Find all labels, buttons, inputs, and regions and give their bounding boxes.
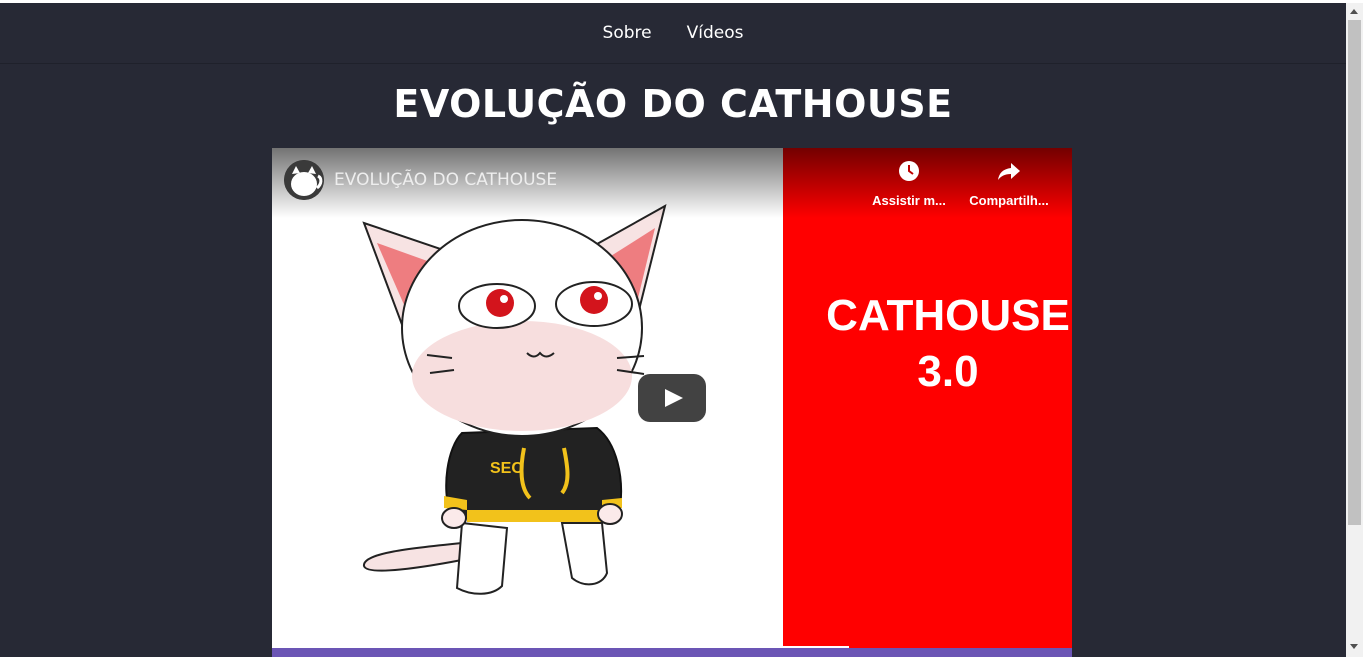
thumbnail-caption-line2: 3.0 xyxy=(917,347,979,396)
hoodie-text: SEC xyxy=(490,460,523,477)
watch-later-button[interactable]: Assistir m... xyxy=(864,160,954,208)
page-title: EVOLUÇÃO DO CATHOUSE xyxy=(393,82,953,126)
vertical-scrollbar[interactable] xyxy=(1346,3,1363,657)
video-embed[interactable]: SEC CATHOUSE 3.0 EVOLUÇÃO DO CATHOUSE As… xyxy=(272,148,1072,657)
scroll-up-arrow-icon[interactable] xyxy=(1350,9,1358,14)
channel-avatar[interactable] xyxy=(284,160,324,200)
video-title-link[interactable]: EVOLUÇÃO DO CATHOUSE xyxy=(334,170,557,190)
video-thumbnail-red-panel xyxy=(783,148,1072,657)
scrollbar-thumb[interactable] xyxy=(1348,20,1361,525)
share-icon xyxy=(998,163,1020,180)
video-thumbnail-cat: SEC xyxy=(272,148,783,657)
cat-illustration: SEC xyxy=(362,203,667,595)
navbar: Sobre Vídeos xyxy=(0,3,1346,64)
play-icon xyxy=(638,374,706,422)
cat-avatar-icon xyxy=(284,160,324,200)
nav-link-sobre[interactable]: Sobre xyxy=(603,23,652,43)
nav-link-videos[interactable]: Vídeos xyxy=(687,23,744,43)
share-label: Compartilh... xyxy=(969,193,1049,208)
share-button[interactable]: Compartilh... xyxy=(964,160,1054,208)
watch-later-label: Assistir m... xyxy=(872,193,946,208)
play-button[interactable] xyxy=(638,374,706,422)
clock-icon xyxy=(899,161,919,181)
scroll-down-arrow-icon[interactable] xyxy=(1350,644,1358,649)
thumbnail-caption-line1: CATHOUSE xyxy=(826,291,1070,340)
page-section-divider xyxy=(272,648,1072,657)
thumbnail-caption: CATHOUSE 3.0 xyxy=(783,288,1072,400)
